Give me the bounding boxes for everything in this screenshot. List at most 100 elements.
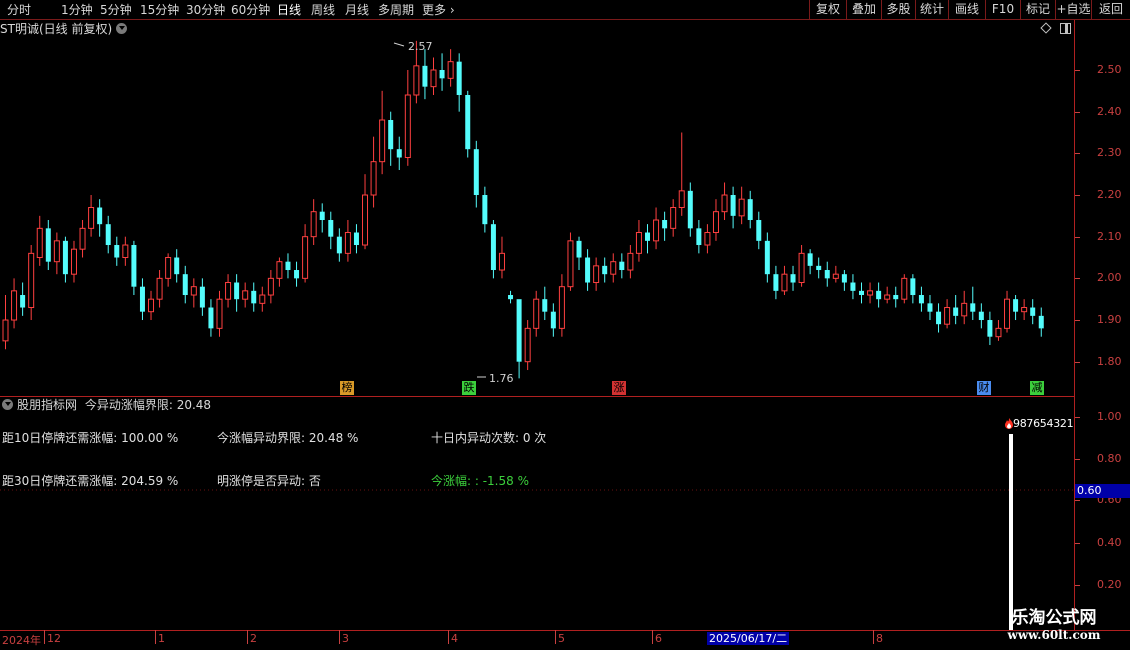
price-tick-label: 2.20 [1097,188,1122,201]
candle [859,282,864,304]
candle [498,236,505,279]
candle [267,270,274,304]
candle-body [627,252,634,271]
candle-body [319,211,325,221]
candle-body [422,65,428,87]
candle-body [242,290,249,300]
candle-body [832,273,839,279]
candle-body [430,69,437,88]
candle-body [696,228,702,246]
candle [987,311,993,346]
candle-body [251,290,257,304]
price-tick-label: 1.80 [1097,355,1122,368]
candle [174,249,180,283]
candle-body [216,298,223,329]
candle [841,270,847,291]
candle [242,282,249,308]
candle [687,182,693,237]
candle [362,174,369,250]
date-axis-label: 5 [558,632,565,645]
candle [165,253,172,287]
candle-body [122,244,129,259]
candle-body [139,286,145,312]
candle [97,199,103,237]
candle [439,53,445,91]
chevron-down-icon[interactable] [2,399,13,410]
marker-list-text: 榜 [341,381,353,394]
marker-finance[interactable]: 财 [977,381,991,395]
candle-body [114,245,120,258]
candle-body [439,70,445,79]
candle-body [97,207,103,225]
candle-body [482,195,488,225]
date-axis-label: 8 [876,632,883,645]
candle-body [953,307,959,316]
candle [653,207,660,250]
candle-body [2,319,9,342]
candle-body [893,295,899,300]
candle [936,303,942,333]
low-price-label: 1.76 [489,372,514,385]
marker-reduce[interactable]: 减 [1030,381,1044,395]
candle-body [995,327,1002,338]
candle-body [738,198,745,217]
candle [593,257,600,291]
candle [36,215,43,266]
price-tick-label: 2.30 [1097,146,1122,159]
candle [867,282,874,304]
candle-body [944,307,951,325]
candle [131,240,137,296]
extreme-labels: 2.57 1.76 [393,40,514,385]
price-tick-label: 2.00 [1097,271,1122,284]
candle-body [790,274,796,283]
candle [542,286,548,321]
candle [721,182,728,221]
alert-bar [1009,434,1013,630]
candle [199,278,205,316]
candle-body [456,61,462,96]
candle-body [901,277,908,300]
candle-body [756,220,762,241]
panel-toggle-icon[interactable] [1060,23,1071,34]
candle [328,211,334,250]
indicator-title[interactable]: 股朋指标网 [17,398,77,412]
candle [901,274,908,304]
price-pane-header: ST明诚(日线 前复权) [0,21,128,37]
candle [430,57,437,96]
candle [336,228,342,262]
date-axis-label: 3 [342,632,349,645]
candle [353,224,359,254]
marker-fall[interactable]: 跌 [462,381,476,395]
indicator-subtitle: 今异动涨幅界限: 20.48 [84,398,212,412]
current-value-badge: 0.60 [1075,484,1130,498]
marker-list[interactable]: 榜 [340,381,354,395]
candle [53,232,60,275]
candle [20,282,26,316]
chevron-down-icon[interactable] [116,23,128,34]
candle [70,240,77,283]
candle-body [404,94,411,159]
candle [619,253,625,279]
candle-body [653,219,660,242]
candle [627,245,634,279]
candle [2,295,9,350]
candle [1038,307,1044,337]
candle [670,199,677,237]
candle [978,303,984,329]
candle [139,278,145,321]
candle-body [910,278,916,296]
date-axis-label: 12 [47,632,61,645]
watermark-url: www.60lt.com [1007,628,1101,642]
candle [576,236,582,271]
marker-rise[interactable]: 涨 [612,381,626,395]
kline-chart[interactable]: 2.57 1.76 [0,0,1130,650]
candle [482,186,488,233]
candle [602,257,608,283]
candle-body [978,311,984,321]
marker-rise-text: 涨 [613,381,625,394]
candle [747,190,753,229]
candle-body [45,228,51,262]
candle [816,257,822,279]
candle [216,290,223,337]
candle [319,203,325,233]
